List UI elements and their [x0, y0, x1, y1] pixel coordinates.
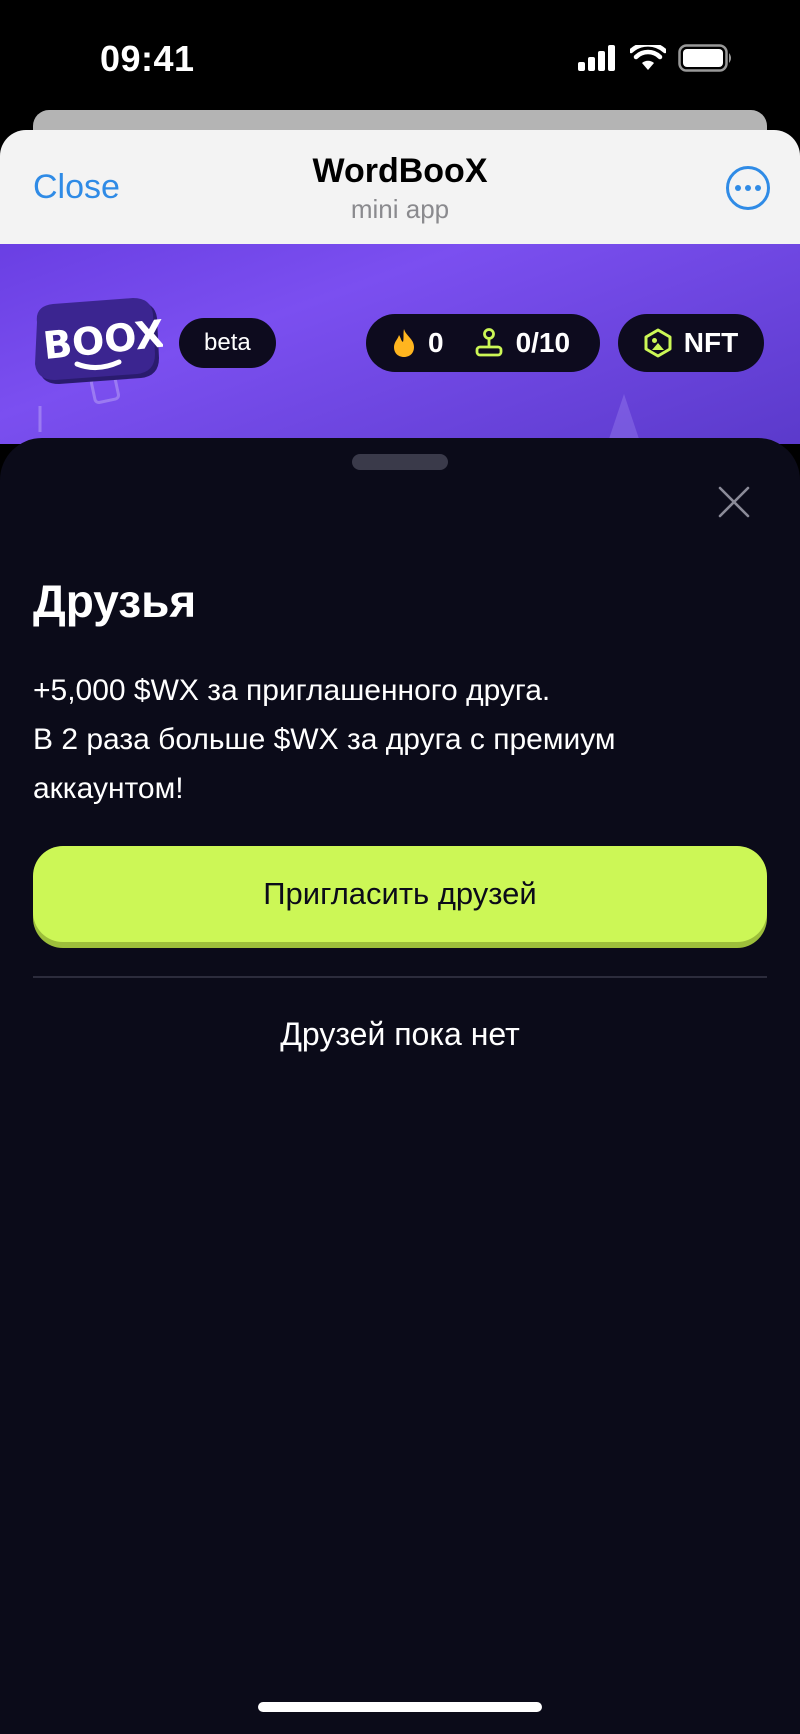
invite-friends-button[interactable]: Пригласить друзей [33, 846, 767, 942]
battery-icon [678, 44, 731, 72]
streak-value: 0 [428, 327, 444, 358]
signal-icon [578, 45, 615, 71]
description-line: +5,000 $WX за приглашенного друга. [33, 674, 551, 707]
nft-button[interactable]: NFT [618, 314, 764, 372]
ellipsis-icon [735, 185, 741, 191]
nft-label: NFT [683, 327, 739, 358]
sheet-title: Друзья [33, 575, 197, 627]
ellipsis-dot [745, 185, 751, 191]
joystick-icon [475, 328, 502, 357]
app-banner: BOOX beta 0 0/10 NFT [0, 244, 800, 444]
wifi-icon [630, 45, 666, 70]
close-icon[interactable] [716, 484, 752, 520]
status-time: 09:41 [100, 38, 195, 79]
description-line: В 2 раза больше $WX за друга с премиум а… [33, 723, 616, 805]
divider [33, 976, 767, 978]
stats-pill[interactable]: 0 0/10 [366, 314, 600, 372]
fire-icon [394, 329, 414, 357]
beta-badge: beta [179, 318, 276, 368]
friends-sheet: Друзья +5,000 $WX за приглашенного друга… [0, 438, 800, 1734]
boox-logo: BOOX [35, 298, 163, 384]
home-indicator[interactable] [258, 1702, 542, 1712]
empty-state-text: Друзей пока нет [280, 1016, 520, 1052]
status-icons [578, 44, 734, 72]
app-subtitle: mini app [350, 194, 450, 224]
hexagon-icon [644, 328, 672, 358]
decorative-shape [38, 406, 42, 432]
mini-app-header: Close WordBooX mini app [0, 130, 800, 244]
sheet-grabber[interactable] [352, 454, 448, 470]
decorative-shape [607, 394, 641, 444]
status-bar: 09:41 [0, 0, 800, 110]
ellipsis-dot [755, 185, 761, 191]
energy-value: 0/10 [515, 327, 571, 358]
more-options-button[interactable] [726, 166, 770, 210]
app-title: WordBooX [312, 152, 488, 190]
sheet-description: +5,000 $WX за приглашенного друга. В 2 р… [33, 666, 753, 813]
